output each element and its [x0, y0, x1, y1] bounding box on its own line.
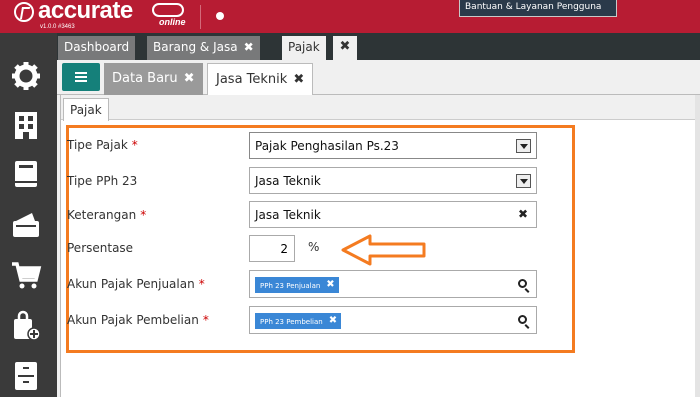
label-text: Keterangan: [67, 208, 137, 222]
chevron-down-icon[interactable]: [516, 174, 531, 188]
book-icon[interactable]: [10, 158, 42, 190]
close-icon[interactable]: ✖: [244, 40, 254, 54]
wallet-icon[interactable]: [10, 209, 42, 241]
section-tab-strip: Pajak: [61, 95, 700, 121]
sub-tab-bar: Data Baru ✖ Jasa Teknik ✖: [57, 60, 700, 95]
list-menu-icon: [75, 72, 87, 74]
gear-icon[interactable]: [10, 60, 42, 92]
required-mark: *: [140, 208, 147, 222]
tab-pajak[interactable]: Pajak: [282, 36, 326, 60]
tab-jasa-teknik[interactable]: Jasa Teknik ✖: [207, 63, 314, 95]
remove-chip-icon[interactable]: ✖: [326, 279, 334, 290]
tab-barang-jasa[interactable]: Barang & Jasa ✖: [147, 36, 260, 60]
selected-chip: PPh 23 Pembelian ✖: [255, 313, 342, 329]
bag-add-icon[interactable]: [10, 310, 42, 342]
main-tab-bar: Dashboard Barang & Jasa ✖ Pajak ✖: [57, 33, 700, 60]
label-text: Tipe Pajak: [67, 138, 128, 152]
search-icon[interactable]: [518, 315, 527, 324]
akun-pajak-penjualan-label: Akun Pajak Penjualan *: [67, 277, 205, 291]
cart-icon[interactable]: [10, 259, 42, 291]
tipe-pajak-select[interactable]: Pajak Penghasilan Ps.23: [249, 132, 537, 159]
keterangan-label: Keterangan *: [67, 208, 146, 222]
notification-dot-icon[interactable]: [216, 12, 224, 20]
label-text: Akun Pajak Penjualan: [67, 277, 195, 291]
percent-unit: %: [308, 240, 320, 254]
brand-name: accurate: [38, 0, 133, 24]
help-button[interactable]: Bantuan & Layanan Pengguna: [459, 0, 617, 17]
sidebar: [0, 33, 57, 397]
keterangan-input[interactable]: Jasa Teknik ✖: [249, 201, 537, 228]
search-icon[interactable]: [518, 279, 527, 288]
list-menu-icon-line: [75, 76, 87, 78]
akun-pajak-penjualan-field[interactable]: PPh 23 Penjualan ✖: [249, 270, 537, 298]
close-icon[interactable]: ✖: [333, 36, 357, 60]
chip-label: PPh 23 Penjualan: [260, 282, 321, 290]
cloud-icon: [152, 3, 184, 17]
akun-pajak-pembelian-label: Akun Pajak Pembelian *: [67, 313, 209, 327]
select-value: Jasa Teknik: [255, 174, 321, 188]
selected-chip: PPh 23 Penjualan ✖: [255, 277, 339, 293]
tipe-pph23-label: Tipe PPh 23: [67, 174, 138, 188]
input-value: Jasa Teknik: [255, 208, 321, 222]
tab-label: Barang & Jasa: [153, 40, 238, 54]
tab-section-pajak[interactable]: Pajak: [63, 98, 109, 121]
building-icon[interactable]: [10, 109, 42, 141]
list-menu-button[interactable]: [62, 63, 100, 91]
close-icon[interactable]: ✖: [293, 72, 304, 87]
cabinet-icon[interactable]: [10, 360, 42, 392]
tab-dashboard[interactable]: Dashboard: [58, 36, 136, 60]
arrow-annotation-icon: [341, 234, 426, 266]
tab-label: Data Baru: [112, 71, 178, 86]
akun-pajak-pembelian-field[interactable]: PPh 23 Pembelian ✖: [249, 306, 537, 334]
tab-label: Dashboard: [64, 40, 130, 54]
brand-sub: online: [159, 17, 186, 27]
chip-label: PPh 23 Pembelian: [260, 318, 323, 326]
version-text: v1.0.0 #3463: [40, 24, 75, 30]
topbar-divider: [200, 5, 201, 29]
tab-data-baru[interactable]: Data Baru ✖: [104, 63, 203, 95]
tipe-pph23-select[interactable]: Jasa Teknik: [249, 167, 537, 194]
label-text: Akun Pajak Pembelian: [67, 313, 199, 327]
tipe-pajak-label: Tipe Pajak *: [67, 138, 138, 152]
tab-label: Jasa Teknik: [216, 72, 288, 87]
persentase-input[interactable]: 2: [249, 235, 295, 262]
scrollbar[interactable]: [695, 95, 700, 397]
accurate-logo-icon: [14, 2, 34, 22]
required-mark: *: [131, 138, 138, 152]
clear-icon[interactable]: ✖: [518, 207, 528, 221]
persentase-label: Persentase: [67, 241, 134, 255]
select-value: Pajak Penghasilan Ps.23: [255, 139, 399, 153]
close-icon[interactable]: ✖: [184, 71, 195, 86]
remove-chip-icon[interactable]: ✖: [329, 315, 337, 326]
chevron-down-icon[interactable]: [516, 139, 531, 153]
tab-label: Pajak: [288, 40, 320, 54]
app-logo[interactable]: accurate online v1.0.0 #3463: [0, 0, 200, 33]
required-mark: *: [198, 277, 205, 291]
list-menu-icon-line: [75, 80, 87, 82]
required-mark: *: [202, 313, 209, 327]
top-bar: accurate online v1.0.0 #3463 Bantuan & L…: [0, 0, 700, 33]
